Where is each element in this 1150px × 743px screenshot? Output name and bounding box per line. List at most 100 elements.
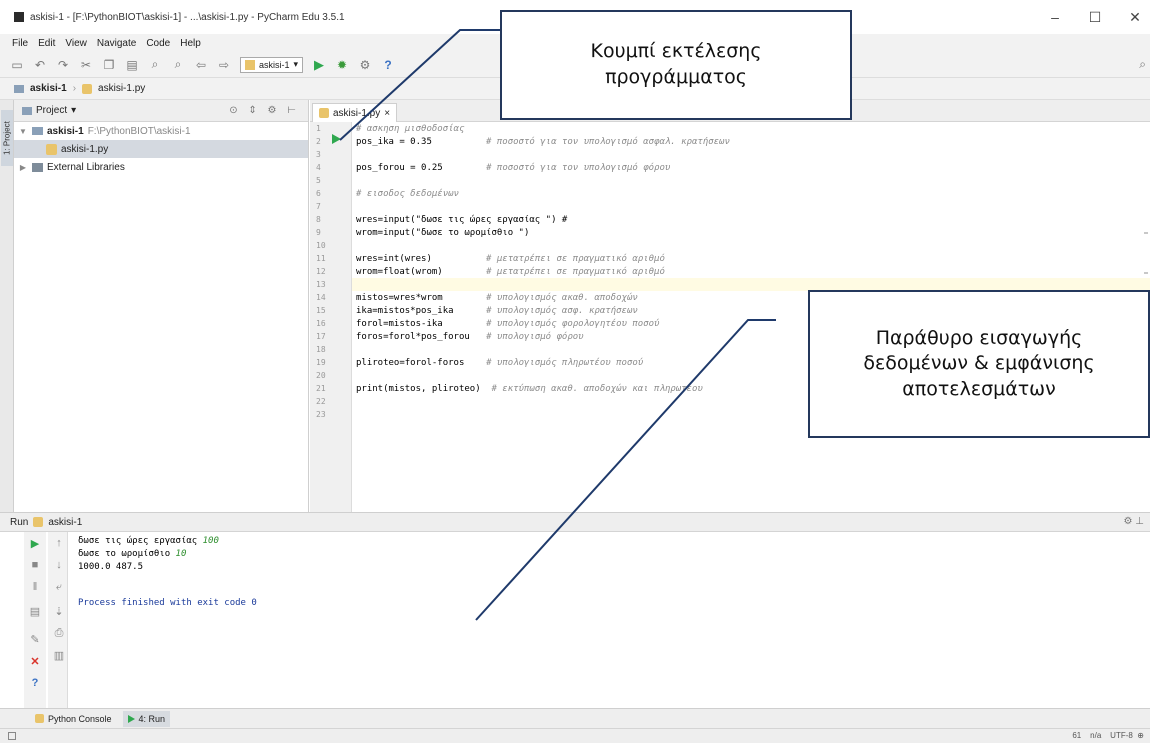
line-number: 19 bbox=[316, 358, 326, 367]
cut-icon[interactable]: ✂ bbox=[79, 58, 93, 72]
run-button-callout: Κουμπί εκτέλεσης προγράμματος bbox=[500, 10, 852, 120]
run-button[interactable]: ▶ bbox=[312, 57, 326, 72]
trash-icon[interactable]: ▥ bbox=[52, 648, 66, 662]
soft-wrap-icon[interactable]: ⤶ bbox=[52, 580, 66, 594]
console-line: δωσε το ωρομίσθιο 10 bbox=[78, 549, 187, 559]
search-everywhere-icon[interactable]: ⌕ bbox=[1139, 57, 1146, 72]
forward-icon[interactable]: ↷ bbox=[56, 58, 70, 72]
console-line: δωσε τις ώρες εργασίας 100 bbox=[78, 536, 219, 546]
status-bar: 61 n/a UTF-8 ⊕ bbox=[0, 728, 1150, 743]
find-icon[interactable]: ⌕ bbox=[148, 57, 162, 72]
scroll-up-icon[interactable]: ↑ bbox=[52, 536, 66, 550]
line-number: 7 bbox=[316, 202, 321, 211]
callout-line: αποτελεσμάτων bbox=[902, 377, 1056, 400]
expand-arrow-icon[interactable]: ▶ bbox=[18, 163, 28, 172]
tree-item-file[interactable]: askisi-1.py bbox=[14, 140, 308, 158]
code-text: pos_forou = 0.25 bbox=[356, 163, 443, 173]
tree-item-path: F:\PythonBIOT\askisi-1 bbox=[87, 125, 191, 137]
replace-icon[interactable]: ⌕ bbox=[171, 57, 185, 72]
run-console-output[interactable]: δωσε τις ώρες εργασίας 100 δωσε το ωρομί… bbox=[70, 532, 1150, 708]
menu-navigate[interactable]: Navigate bbox=[97, 38, 136, 49]
menu-code[interactable]: Code bbox=[146, 38, 170, 49]
open-folder-icon[interactable]: ▭ bbox=[10, 58, 24, 72]
line-number: 9 bbox=[316, 228, 321, 237]
line-number: 5 bbox=[316, 176, 321, 185]
tree-item-label: askisi-1.py bbox=[61, 143, 109, 155]
line-number: 3 bbox=[316, 150, 321, 159]
nav-forward-icon[interactable]: ⇨ bbox=[217, 58, 231, 72]
console-line: 1000.0 487.5 bbox=[78, 562, 144, 572]
menu-help[interactable]: Help bbox=[180, 38, 201, 49]
chevron-down-icon: ▾ bbox=[293, 59, 299, 69]
code-text: foros=forol*pos_forou bbox=[356, 332, 470, 342]
library-icon bbox=[32, 162, 43, 172]
io-window-callout: Παράθυρο εισαγωγής δεδομένων & εμφάνισης… bbox=[808, 290, 1150, 438]
breadcrumb-file[interactable]: askisi-1.py bbox=[98, 83, 145, 94]
line-number: 4 bbox=[316, 163, 321, 172]
file-encoding[interactable]: UTF-8 bbox=[1110, 731, 1133, 740]
stripe-mark bbox=[1144, 232, 1148, 234]
maximize-button[interactable]: ☐ bbox=[1088, 9, 1102, 26]
copy-icon[interactable]: ❐ bbox=[102, 58, 116, 72]
run-icon bbox=[127, 714, 135, 723]
tree-item-project[interactable]: ▼ askisi-1 F:\PythonBIOT\askisi-1 bbox=[14, 122, 308, 140]
tab-run[interactable]: 4: Run bbox=[122, 710, 171, 727]
project-panel: Project ▾ ⊙ ⇕ ⚙ ⊢ ▼ askisi-1 F:\PythonBI… bbox=[14, 100, 309, 512]
chevron-down-icon: ▾ bbox=[71, 105, 77, 116]
nav-back-icon[interactable]: ⇦ bbox=[194, 58, 208, 72]
run-config-name[interactable]: askisi-1 bbox=[48, 517, 82, 528]
minimize-button[interactable]: – bbox=[1048, 9, 1062, 26]
tool-window-toggle-icon[interactable] bbox=[8, 732, 16, 740]
lock-icon[interactable]: ⊕ bbox=[1137, 731, 1144, 740]
paste-icon[interactable]: ▤ bbox=[125, 58, 139, 72]
back-icon[interactable]: ↶ bbox=[33, 58, 47, 72]
caret-position[interactable]: 61 bbox=[1072, 731, 1081, 740]
help-icon[interactable]: ? bbox=[381, 58, 395, 72]
dump-threads-icon[interactable]: ▤ bbox=[28, 604, 42, 618]
close-icon[interactable]: ✕ bbox=[28, 654, 42, 668]
tab-label: 4: Run bbox=[138, 713, 166, 724]
code-comment: # υπολογισμός πληρωτέου ποσού bbox=[486, 358, 644, 368]
print-icon[interactable]: ⎙ bbox=[52, 626, 66, 640]
code-text: pliroteo=forol-foros bbox=[356, 358, 465, 368]
debug-icon[interactable]: ✹ bbox=[335, 58, 349, 72]
menu-edit[interactable]: Edit bbox=[38, 38, 55, 49]
python-file-icon bbox=[82, 83, 93, 94]
python-file-icon bbox=[319, 108, 329, 118]
panel-controls[interactable]: ⊙ ⇕ ⚙ ⊢ bbox=[229, 105, 300, 116]
code-text: # ασκηση μισθοδοσίας bbox=[356, 124, 465, 134]
settings-icon[interactable]: ⚙ bbox=[358, 58, 372, 72]
pin-icon[interactable]: ✎ bbox=[28, 632, 42, 646]
line-separator[interactable]: n/a bbox=[1090, 731, 1101, 740]
help-icon[interactable]: ? bbox=[28, 676, 42, 690]
code-comment: # εκτύπωση ακαθ. αποδοχών και πληρωτέου bbox=[491, 384, 703, 394]
menu-file[interactable]: File bbox=[12, 38, 28, 49]
code-text: print(mistos, pliroteo) bbox=[356, 384, 481, 394]
line-number: 21 bbox=[316, 384, 326, 393]
editor-gutter: 1 2 3 4 5 6 7 8 9 10 11 12 13 14 15 16 17 18 19 20 21 22 23 bbox=[310, 122, 352, 512]
menu-view[interactable]: View bbox=[65, 38, 87, 49]
rerun-icon[interactable]: ▶ bbox=[28, 536, 42, 550]
breadcrumb-project[interactable]: askisi-1 bbox=[30, 83, 67, 94]
project-view-selector[interactable]: Project bbox=[36, 105, 67, 116]
tree-item-external-libraries[interactable]: ▶ External Libraries bbox=[14, 158, 308, 176]
pause-icon[interactable]: ‖ bbox=[28, 580, 42, 594]
gear-icon[interactable]: ⚙ ⊥ bbox=[1124, 516, 1144, 527]
line-number: 15 bbox=[316, 306, 326, 315]
project-tool-tab[interactable]: 1: Project bbox=[1, 110, 13, 166]
run-line-marker-icon[interactable] bbox=[332, 134, 341, 144]
line-number: 14 bbox=[316, 293, 326, 302]
stop-icon[interactable]: ■ bbox=[28, 558, 42, 572]
project-panel-header: Project ▾ ⊙ ⇕ ⚙ ⊢ bbox=[14, 100, 308, 122]
project-view-icon bbox=[22, 106, 32, 115]
scroll-to-end-icon[interactable]: ⇣ bbox=[52, 604, 66, 618]
expand-arrow-icon[interactable]: ▼ bbox=[18, 127, 28, 136]
close-tab-icon[interactable]: × bbox=[384, 108, 390, 119]
line-number: 11 bbox=[316, 254, 326, 263]
code-line: wrom=float(wrom) # μετατρέπει σε πραγματ… bbox=[356, 267, 665, 280]
close-button[interactable]: ✕ bbox=[1128, 9, 1142, 26]
scroll-down-icon[interactable]: ↓ bbox=[52, 558, 66, 572]
tab-askisi-1-py[interactable]: askisi-1.py × bbox=[312, 103, 398, 122]
run-config-dropdown[interactable]: askisi-1 ▾ bbox=[240, 56, 304, 73]
tab-python-console[interactable]: Python Console bbox=[30, 711, 117, 727]
